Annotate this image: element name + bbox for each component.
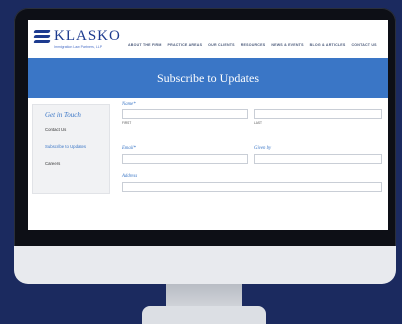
nav-contact-us[interactable]: CONTACT US — [351, 43, 376, 47]
logo-wordmark: KLASKO — [54, 28, 121, 44]
monitor-stand-base — [142, 306, 266, 324]
nav-about[interactable]: ABOUT THE FIRM — [128, 43, 162, 47]
main-nav: ABOUT THE FIRM PRACTICE AREAS OUR CLIENT… — [128, 43, 377, 47]
name-label: Name* — [122, 102, 136, 107]
sidebar-item-subscribe[interactable]: Subscribe to Updates — [45, 144, 86, 149]
stage: KLASKO Immigration Law Partners, LLP ABO… — [0, 0, 402, 324]
last-name-sublabel: LAST — [254, 121, 262, 125]
monitor-chin — [14, 246, 396, 284]
logo-tagline: Immigration Law Partners, LLP — [54, 45, 103, 49]
site-header: KLASKO Immigration Law Partners, LLP ABO… — [28, 20, 388, 58]
page-title: Subscribe to Updates — [157, 71, 259, 85]
sidebar-item-contact-us[interactable]: Contact Us — [45, 127, 66, 132]
address-field[interactable] — [122, 182, 382, 192]
sidebar-title: Get in Touch — [45, 111, 81, 119]
monitor-screen: KLASKO Immigration Law Partners, LLP ABO… — [28, 20, 388, 230]
page-banner: Subscribe to Updates — [28, 58, 388, 98]
nav-blog-articles[interactable]: BLOG & ARTICLES — [310, 43, 346, 47]
last-name-field[interactable] — [254, 109, 382, 119]
nav-news-events[interactable]: NEWS & EVENTS — [271, 43, 303, 47]
nav-practice-areas[interactable]: PRACTICE AREAS — [168, 43, 203, 47]
email-label: Email* — [122, 146, 136, 151]
address-label: Address — [122, 174, 138, 179]
sidebar-item-careers[interactable]: Careers — [45, 161, 60, 166]
nav-our-clients[interactable]: OUR CLIENTS — [208, 43, 235, 47]
given-by-label: Given by — [254, 146, 272, 151]
first-name-sublabel: FIRST — [122, 121, 132, 125]
email-field[interactable] — [122, 154, 248, 164]
nav-resources[interactable]: RESOURCES — [241, 43, 266, 47]
sidebar: Get in Touch Contact Us Subscribe to Upd… — [32, 104, 110, 194]
first-name-field[interactable] — [122, 109, 248, 119]
given-by-field[interactable] — [254, 154, 382, 164]
logo-mark-icon — [33, 30, 52, 44]
page-content: Get in Touch Contact Us Subscribe to Upd… — [28, 98, 388, 230]
